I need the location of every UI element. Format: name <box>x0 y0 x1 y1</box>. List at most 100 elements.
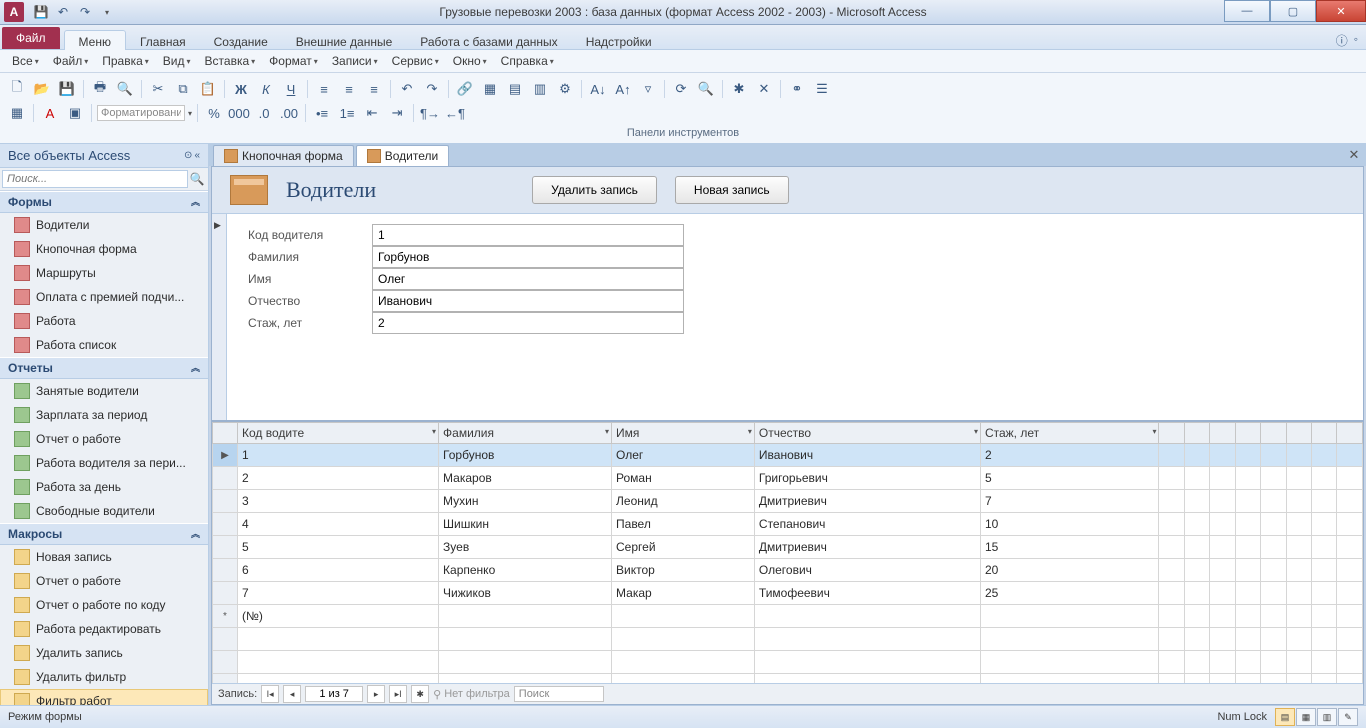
link-icon[interactable]: 🔗 <box>454 78 476 100</box>
cell-empty[interactable] <box>1184 582 1209 605</box>
cell[interactable]: Макаров <box>439 467 612 490</box>
menu-item[interactable]: Формат ▾ <box>263 52 324 70</box>
cell[interactable]: Карпенко <box>439 559 612 582</box>
cell-empty[interactable] <box>1286 444 1311 467</box>
form-icon[interactable]: ▤ <box>504 78 526 100</box>
align-left-icon[interactable]: ≡ <box>313 78 335 100</box>
menu-item[interactable]: Вид ▾ <box>157 52 197 70</box>
numbering-icon[interactable]: 1≡ <box>336 102 358 124</box>
cell-empty[interactable] <box>1159 490 1184 513</box>
cut-icon[interactable]: ✂ <box>147 78 169 100</box>
nav-item[interactable]: Работа <box>0 309 208 333</box>
cell[interactable]: Леонид <box>612 490 755 513</box>
nav-item[interactable]: Работа редактировать <box>0 617 208 641</box>
cell-empty[interactable] <box>1261 513 1286 536</box>
cell-empty[interactable] <box>1337 490 1363 513</box>
new-record-icon[interactable]: ✱ <box>728 78 750 100</box>
nav-item[interactable]: Отчет о работе по коду <box>0 593 208 617</box>
cell-empty[interactable] <box>1337 513 1363 536</box>
italic-icon[interactable]: К <box>255 78 277 100</box>
nav-item[interactable]: Зарплата за период <box>0 403 208 427</box>
relationships-icon[interactable]: ⚭ <box>786 78 808 100</box>
datasheet-subform[interactable]: Код водите▾Фамилия▾Имя▾Отчество▾Стаж, ле… <box>212 420 1363 683</box>
nav-item[interactable]: Отчет о работе <box>0 427 208 451</box>
cell-empty[interactable] <box>1286 559 1311 582</box>
menu-item[interactable]: Справка ▾ <box>495 52 560 70</box>
cell-empty[interactable] <box>1235 513 1260 536</box>
column-header-empty[interactable] <box>1337 423 1363 444</box>
recnav-prev-icon[interactable]: ◂ <box>283 685 301 703</box>
view-icon[interactable]: ▦ <box>6 102 28 124</box>
cell-empty[interactable] <box>1337 582 1363 605</box>
cell-empty[interactable] <box>1235 605 1260 628</box>
column-header[interactable]: Имя▾ <box>612 423 755 444</box>
cell[interactable]: 3 <box>238 490 439 513</box>
save-icon[interactable]: 💾 <box>32 3 50 21</box>
column-header-empty[interactable] <box>1235 423 1260 444</box>
indent-dec-icon[interactable]: ⇤ <box>361 102 383 124</box>
cell-empty[interactable] <box>1312 582 1337 605</box>
cell-empty[interactable] <box>1312 490 1337 513</box>
nav-header[interactable]: Все объекты Access ⊙« <box>0 144 208 168</box>
cell-empty[interactable] <box>1261 559 1286 582</box>
column-header-empty[interactable] <box>1210 423 1235 444</box>
cell-empty[interactable] <box>1286 467 1311 490</box>
indent-inc-icon[interactable]: ⇥ <box>386 102 408 124</box>
cell[interactable]: Зуев <box>439 536 612 559</box>
cell-empty[interactable] <box>1210 444 1235 467</box>
cell-empty[interactable] <box>1159 467 1184 490</box>
cell[interactable]: Олег <box>612 444 755 467</box>
field-input[interactable] <box>372 268 684 290</box>
cell-empty[interactable] <box>1337 605 1363 628</box>
cell-empty[interactable] <box>1210 536 1235 559</box>
cell-empty[interactable] <box>1286 490 1311 513</box>
cell[interactable]: Павел <box>612 513 755 536</box>
cell-empty[interactable] <box>1184 536 1209 559</box>
nav-item[interactable]: Работа список <box>0 333 208 357</box>
macro-icon[interactable]: ⚙ <box>554 78 576 100</box>
cell-empty[interactable] <box>1210 605 1235 628</box>
cell[interactable]: 10 <box>980 513 1159 536</box>
report-icon[interactable]: ▥ <box>529 78 551 100</box>
cell[interactable]: 20 <box>980 559 1159 582</box>
column-header[interactable]: Стаж, лет▾ <box>980 423 1159 444</box>
cell-empty[interactable] <box>1210 490 1235 513</box>
rtl-icon[interactable]: ←¶ <box>444 102 466 124</box>
cell-empty[interactable] <box>1286 536 1311 559</box>
cell-empty[interactable] <box>1312 536 1337 559</box>
fill-color-icon[interactable]: ▣ <box>64 102 86 124</box>
properties-icon[interactable]: ☰ <box>811 78 833 100</box>
field-input[interactable] <box>372 246 684 268</box>
cell-empty[interactable] <box>1159 605 1184 628</box>
column-header-empty[interactable] <box>1312 423 1337 444</box>
doc-close-icon[interactable]: ✕ <box>1346 147 1362 163</box>
ltr-icon[interactable]: ¶→ <box>419 102 441 124</box>
redo-icon[interactable]: ↷ <box>76 3 94 21</box>
menu-item[interactable]: Все ▾ <box>6 52 45 70</box>
cell-empty[interactable] <box>1184 559 1209 582</box>
cell-empty[interactable] <box>1210 467 1235 490</box>
print-icon[interactable]: 🖶 <box>89 78 111 100</box>
delete-record-icon[interactable]: ✕ <box>753 78 775 100</box>
align-right-icon[interactable]: ≡ <box>363 78 385 100</box>
cell[interactable]: Олегович <box>754 559 980 582</box>
maximize-button[interactable]: ▢ <box>1270 0 1316 22</box>
formatting-dropdown[interactable] <box>97 105 185 121</box>
nav-item[interactable]: Отчет о работе <box>0 569 208 593</box>
nav-item[interactable]: Новая запись <box>0 545 208 569</box>
dec-decimal-icon[interactable]: .00 <box>278 102 300 124</box>
qat-more-icon[interactable]: ▾ <box>98 3 116 21</box>
column-header[interactable]: Отчество▾ <box>754 423 980 444</box>
cell-empty[interactable] <box>1210 559 1235 582</box>
cell-empty[interactable] <box>1159 582 1184 605</box>
cell-empty[interactable] <box>1184 444 1209 467</box>
view-datasheet-icon[interactable]: ▦ <box>1296 708 1316 726</box>
field-input[interactable] <box>372 290 684 312</box>
recnav-next-icon[interactable]: ▸ <box>367 685 385 703</box>
undo-icon[interactable]: ↶ <box>396 78 418 100</box>
nav-item[interactable]: Маршруты <box>0 261 208 285</box>
menu-item[interactable]: Окно ▾ <box>447 52 493 70</box>
new-record-button[interactable]: Новая запись <box>675 176 789 204</box>
thousands-icon[interactable]: 000 <box>228 102 250 124</box>
cell-empty[interactable] <box>1261 444 1286 467</box>
